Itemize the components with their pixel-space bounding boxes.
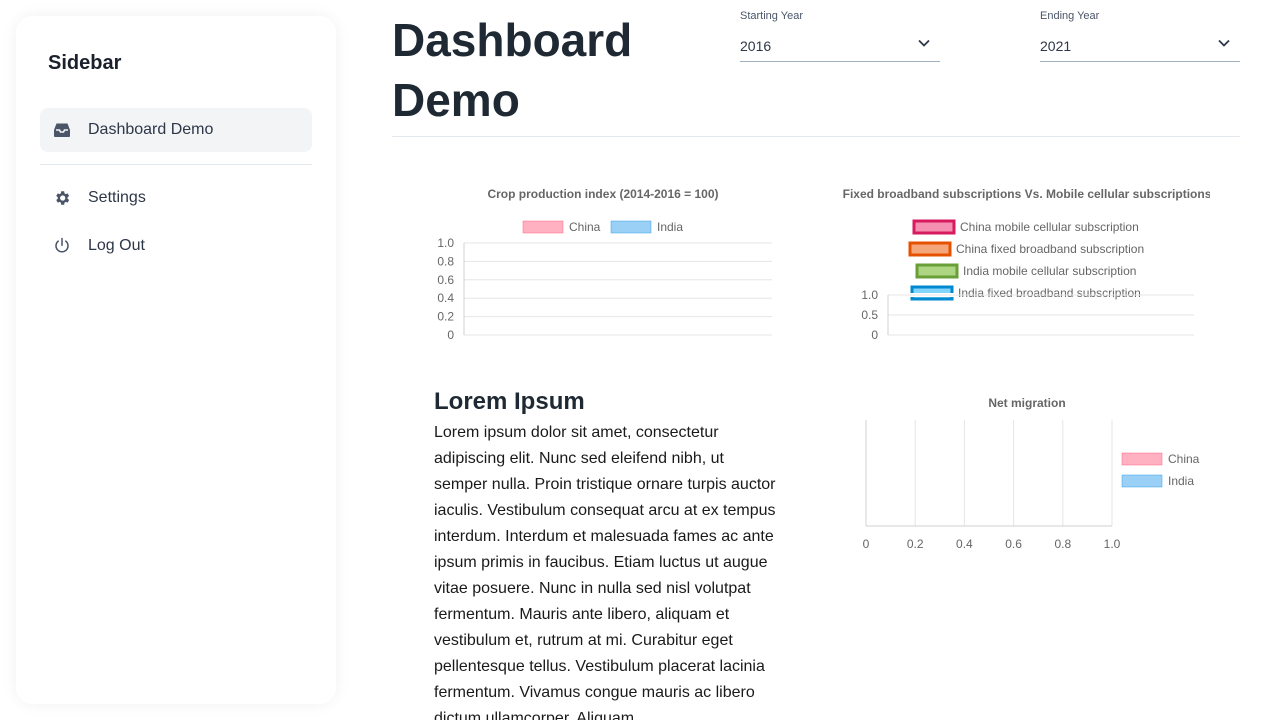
legend-swatch: [908, 241, 952, 257]
sidebar-item-label: Dashboard Demo: [88, 121, 214, 138]
x-tick-label: 0.6: [1005, 537, 1022, 551]
legend-swatch: [1121, 452, 1163, 466]
y-tick-label: 1.0: [861, 288, 878, 302]
x-tick-label: 0: [863, 537, 870, 551]
gear-icon: [52, 188, 72, 208]
sidebar-title: Sidebar: [48, 52, 122, 74]
y-tick-label: 0: [871, 328, 878, 342]
chevron-down-icon: [918, 34, 930, 52]
y-tick-label: 0.2: [437, 310, 454, 324]
starting-year-label: Starting Year: [740, 10, 803, 22]
y-tick-label: 0.4: [437, 291, 454, 305]
x-tick-label: 0.2: [907, 537, 924, 551]
legend-swatch: [522, 220, 564, 234]
legend-swatch: [610, 220, 652, 234]
starting-year-select[interactable]: Starting Year 2016: [740, 10, 940, 62]
legend-swatch: [912, 219, 956, 235]
y-tick-label: 0.8: [437, 254, 454, 268]
ending-year-value: 2021: [1040, 38, 1072, 54]
legend-swatch: [1121, 474, 1163, 488]
lorem-title: Lorem Ipsum: [434, 388, 585, 415]
sidebar-item-label: Settings: [88, 189, 146, 206]
sidebar: Sidebar Dashboard Demo Settings Log Out: [16, 16, 336, 704]
legend-label: India: [1168, 474, 1194, 488]
sidebar-divider: [40, 164, 312, 165]
ending-year-label: Ending Year: [1040, 10, 1100, 22]
legend-swatch: [915, 263, 959, 279]
ending-year-select[interactable]: Ending Year 2021: [1040, 10, 1240, 62]
sidebar-item-label: Log Out: [88, 237, 145, 254]
header-divider: [392, 136, 1240, 137]
x-tick-label: 1.0: [1104, 537, 1121, 551]
legend-label: China mobile cellular subscription: [960, 220, 1139, 234]
legend-label: India: [657, 220, 683, 234]
y-tick-label: 0.6: [437, 273, 454, 287]
legend-label: China fixed broadband subscription: [956, 242, 1144, 256]
starting-year-value: 2016: [740, 38, 772, 54]
inbox-icon: [52, 120, 72, 140]
legend-label: China: [569, 220, 601, 234]
crop-production-chart: Crop production index (2014-2016 = 100) …: [437, 187, 772, 342]
sidebar-item-settings[interactable]: Settings: [40, 176, 312, 220]
chevron-down-icon: [1218, 34, 1230, 52]
page-title: Dashboard Demo: [392, 14, 633, 126]
legend-label: China: [1168, 452, 1200, 466]
net-migration-chart: Net migration 0 0.2 0.4 0.6 0.8 1.0 China Indi…: [863, 396, 1200, 551]
chart-title: Crop production index (2014-2016 = 100): [487, 187, 718, 201]
sidebar-item-log-out[interactable]: Log Out: [40, 224, 312, 268]
sidebar-item-dashboard-demo[interactable]: Dashboard Demo: [40, 108, 312, 152]
y-tick-label: 1.0: [437, 236, 454, 250]
x-tick-label: 0.4: [956, 537, 973, 551]
legend-label: India mobile cellular subscription: [963, 264, 1136, 278]
power-icon: [52, 236, 72, 256]
chart-title: Fixed broadband subscriptions Vs. Mobile…: [843, 187, 1210, 201]
legend-label: India fixed broadband subscription: [958, 286, 1141, 300]
chart-title: Net migration: [988, 396, 1065, 410]
broadband-mobile-chart: Fixed broadband subscriptions Vs. Mobile…: [843, 187, 1210, 342]
x-tick-label: 0.8: [1054, 537, 1071, 551]
y-tick-label: 0.5: [861, 308, 878, 322]
lorem-body: Lorem ipsum dolor sit amet, consectetur …: [434, 424, 776, 720]
y-tick-label: 0: [447, 328, 454, 342]
